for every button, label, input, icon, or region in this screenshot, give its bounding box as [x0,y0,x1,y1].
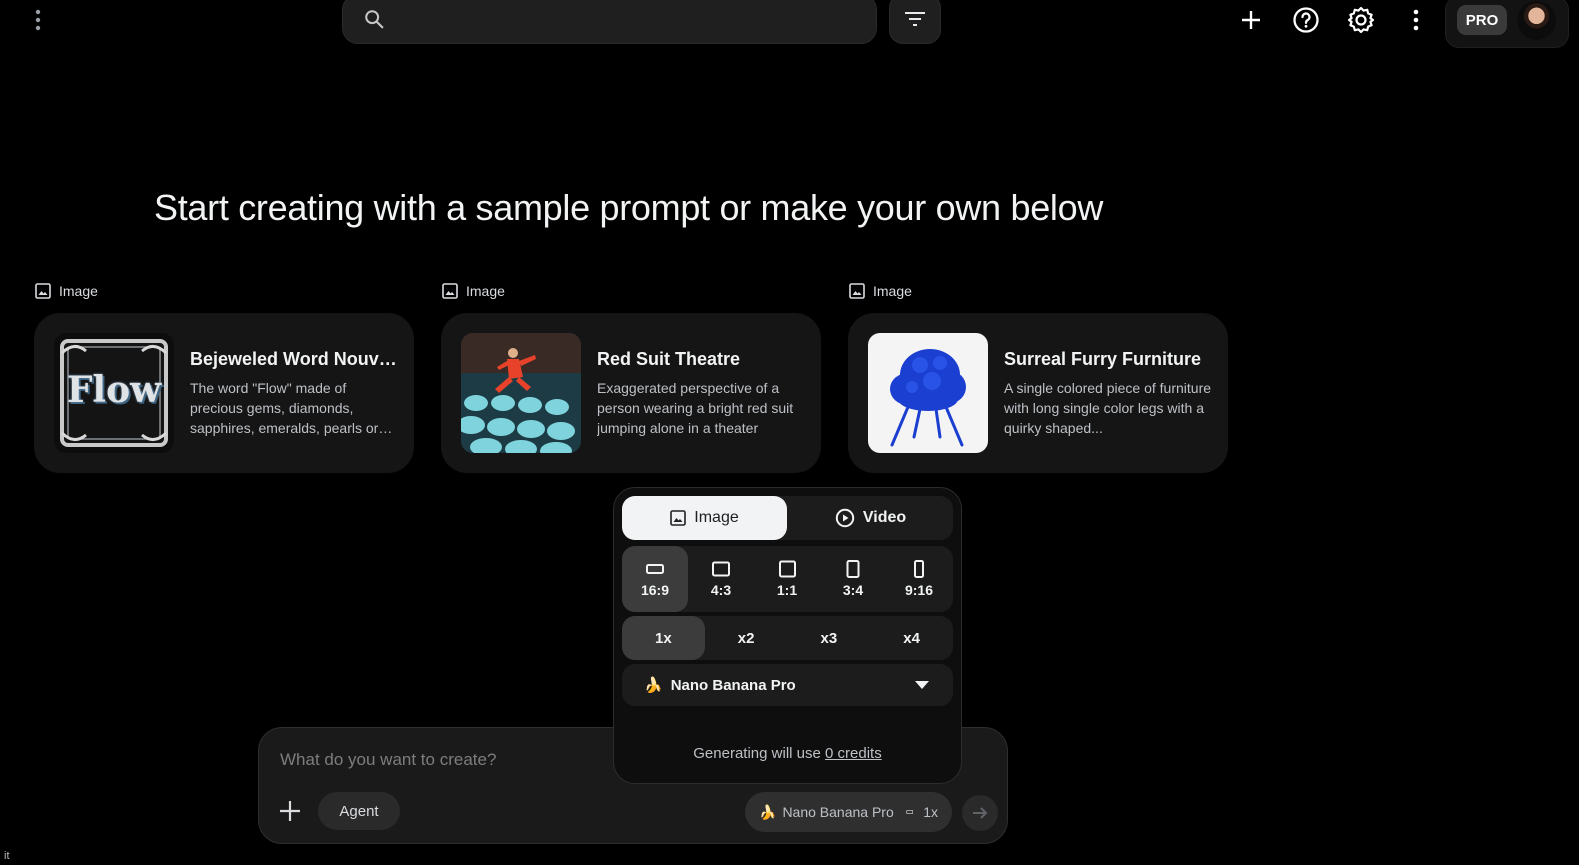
ratio-label: 1:1 [776,582,798,598]
card-type-text: Image [59,283,98,299]
main-menu-button[interactable] [26,6,50,34]
aspect-1-1-icon [779,560,796,578]
aspect-9-16-icon [914,560,924,578]
ratio-label: 9:16 [904,582,934,598]
card-title: Surreal Furry Furniture [1004,348,1202,369]
mode-video-label: Video [862,509,907,526]
help-button[interactable] [1291,5,1321,35]
card-description: Exaggerated perspective of a person wear… [597,379,794,436]
mode-video-button[interactable]: Video [788,496,953,540]
send-button[interactable] [962,795,998,831]
count-x3-option[interactable]: x3 [788,616,871,660]
ratio-9-16-option[interactable]: 9:16 [886,546,952,612]
card-description: A single colored piece of furniture with… [1004,379,1212,436]
card-description: The word "Flow" made of precious gems, d… [190,379,379,436]
credits-note: Generating will use 0 credits [613,745,962,762]
aspect-16-9-icon [646,564,664,574]
chip-count-label: 1x [923,804,938,820]
banana-icon: 🍌 [644,677,663,694]
aspect-landscape-icon [906,809,913,815]
card-title: Bejeweled Word Nouveau [190,348,400,369]
ratio-label: 4:3 [710,582,732,598]
count-1x-option[interactable]: 1x [622,616,705,660]
ratio-4-3-option[interactable]: 4:3 [688,546,754,612]
arrow-right-icon [973,807,988,819]
count-x4-option[interactable]: x4 [870,616,953,660]
card-title: Red Suit Theatre [597,348,741,369]
search-icon [365,10,384,29]
image-icon [670,510,687,526]
aspect-4-3-icon [712,561,730,577]
caret-down-icon [915,681,929,689]
model-select[interactable]: 🍌 Nano Banana Pro [622,664,953,706]
filter-icon [905,12,925,26]
mode-image-label: Image [694,509,739,526]
banana-icon: 🍌 [759,803,777,820]
image-icon [442,283,458,299]
plus-icon [280,801,300,821]
settings-button[interactable] [1346,5,1376,35]
gear-icon [1347,6,1375,34]
play-circle-icon [835,508,855,528]
ratio-16-9-option[interactable]: 16:9 [622,546,688,612]
chip-model-label: Nano Banana Pro [782,804,894,820]
help-icon [1293,7,1319,33]
prompt-input[interactable] [280,745,610,775]
page-heading: Start creating with a sample prompt or m… [154,187,1104,228]
sample-card-furry-furniture[interactable]: Surreal Furry Furniture A single colored… [848,313,1228,473]
add-media-button[interactable] [276,797,304,825]
model-select-label: Nano Banana Pro [670,676,796,694]
ratio-label: 3:4 [842,582,864,598]
search-input[interactable] [399,10,839,28]
count-x2-option[interactable]: x2 [705,616,788,660]
thumbnail-flow-word: Flow [66,369,162,411]
output-count-selector: 1x x2 x3 x4 [622,616,953,660]
card-thumbnail: Flow [54,333,174,453]
card-type-label: Image [849,283,912,299]
card-type-label: Image [35,283,98,299]
more-vert-icon [35,9,41,31]
pro-badge[interactable]: PRO [1457,5,1507,35]
credits-link[interactable]: 0 credits [825,745,882,762]
aspect-3-4-icon [846,560,860,578]
mode-image-button[interactable]: Image [622,496,787,540]
generation-settings-chip[interactable]: 🍌 Nano Banana Pro 1x [745,792,952,832]
credits-prefix: Generating will use [693,745,821,762]
plus-icon [1242,11,1260,29]
card-thumbnail [461,333,581,453]
card-type-text: Image [873,283,912,299]
ratio-3-4-option[interactable]: 3:4 [820,546,886,612]
aspect-ratio-selector: 16:9 4:3 1:1 3:4 9:16 [622,546,953,612]
mode-toggle: Image Video [622,496,953,540]
avatar[interactable] [1517,1,1556,40]
filter-button[interactable] [889,0,941,44]
ratio-1-1-option[interactable]: 1:1 [754,546,820,612]
sample-card-red-suit[interactable]: Red Suit Theatre Exaggerated perspective… [441,313,821,473]
new-project-button[interactable] [1236,5,1266,35]
image-icon [849,283,865,299]
search-bar[interactable] [342,0,877,44]
card-thumbnail [868,333,988,453]
card-type-text: Image [466,283,505,299]
more-options-button[interactable] [1401,5,1431,35]
sample-card-bejeweled[interactable]: Flow Bejeweled Word Nouveau The word "Fl… [34,313,414,473]
more-vert-icon [1413,9,1419,31]
agent-chip[interactable]: Agent [318,792,400,830]
corner-text: it [4,850,10,862]
card-type-label: Image [442,283,505,299]
image-icon [35,283,51,299]
ratio-label: 16:9 [640,582,670,598]
